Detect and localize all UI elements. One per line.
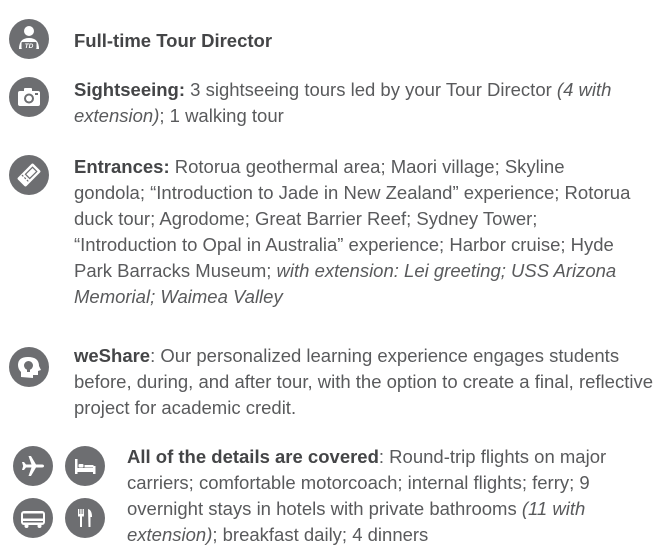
bus-icon (13, 498, 53, 538)
item-heading: Sightseeing: (74, 79, 186, 100)
item-body-end: ; 1 walking tour (159, 105, 284, 126)
item-heading: Entrances: (74, 156, 170, 177)
dining-icon (65, 498, 105, 538)
item-body: : Our personalized learning experience e… (74, 345, 653, 418)
item-weshare: weShare: Our personalized learning exper… (74, 343, 654, 421)
item-sightseeing: Sightseeing: 3 sightseeing tours led by … (74, 77, 634, 129)
item-tour-director: Full-time Tour Director (74, 28, 634, 54)
item-entrances: Entrances: Rotorua geothermal area; Maor… (74, 154, 634, 310)
item-body-end: ; breakfast daily; 4 dinners (212, 524, 429, 545)
item-details-covered: All of the details are covered: Round-tr… (127, 444, 642, 548)
head-lightbulb-icon (9, 347, 49, 387)
tour-director-icon-label: TD (25, 43, 34, 50)
bed-icon (65, 446, 105, 486)
ticket-icon (9, 155, 49, 195)
item-heading: All of the details are covered (127, 446, 379, 467)
tour-director-icon: TD (9, 19, 49, 59)
item-heading: weShare (74, 345, 151, 366)
camera-icon (9, 77, 49, 117)
item-body: 3 sightseeing tours led by your Tour Dir… (185, 79, 557, 100)
item-heading: Full-time Tour Director (74, 30, 273, 51)
airplane-icon (13, 446, 53, 486)
